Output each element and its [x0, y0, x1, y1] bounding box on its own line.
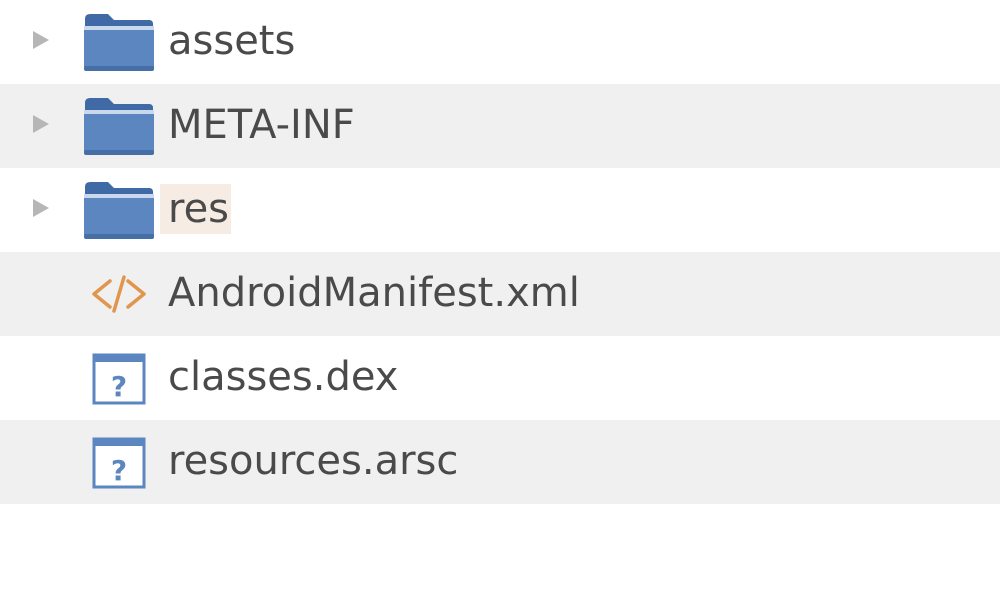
tree-row-androidmanifest[interactable]: AndroidManifest.xml — [0, 252, 1000, 336]
item-label: res — [160, 184, 232, 234]
item-label: classes.dex — [168, 354, 399, 400]
xml-code-icon — [82, 263, 156, 325]
expand-arrow-icon[interactable] — [33, 115, 49, 133]
item-label: assets — [168, 18, 296, 64]
unknown-file-icon: ? — [82, 347, 156, 409]
expand-arrow-icon[interactable] — [33, 31, 49, 49]
file-tree: assets META-INF res AndroidManifest.xml … — [0, 0, 1000, 597]
tree-row-classes-dex[interactable]: ? classes.dex — [0, 336, 1000, 420]
tree-row-resources-arsc[interactable]: ? resources.arsc — [0, 420, 1000, 504]
tree-row-meta-inf[interactable]: META-INF — [0, 84, 1000, 168]
folder-icon — [82, 179, 156, 241]
folder-icon — [82, 11, 156, 73]
folder-icon — [82, 95, 156, 157]
unknown-file-icon: ? — [82, 431, 156, 493]
tree-row-assets[interactable]: assets — [0, 0, 1000, 84]
item-label: resources.arsc — [168, 438, 459, 484]
tree-row-res[interactable]: res — [0, 168, 1000, 252]
item-label: AndroidManifest.xml — [168, 270, 580, 316]
svg-text:?: ? — [111, 454, 127, 487]
expand-arrow-icon[interactable] — [33, 199, 49, 217]
svg-text:?: ? — [111, 370, 127, 403]
item-label: META-INF — [168, 102, 355, 148]
